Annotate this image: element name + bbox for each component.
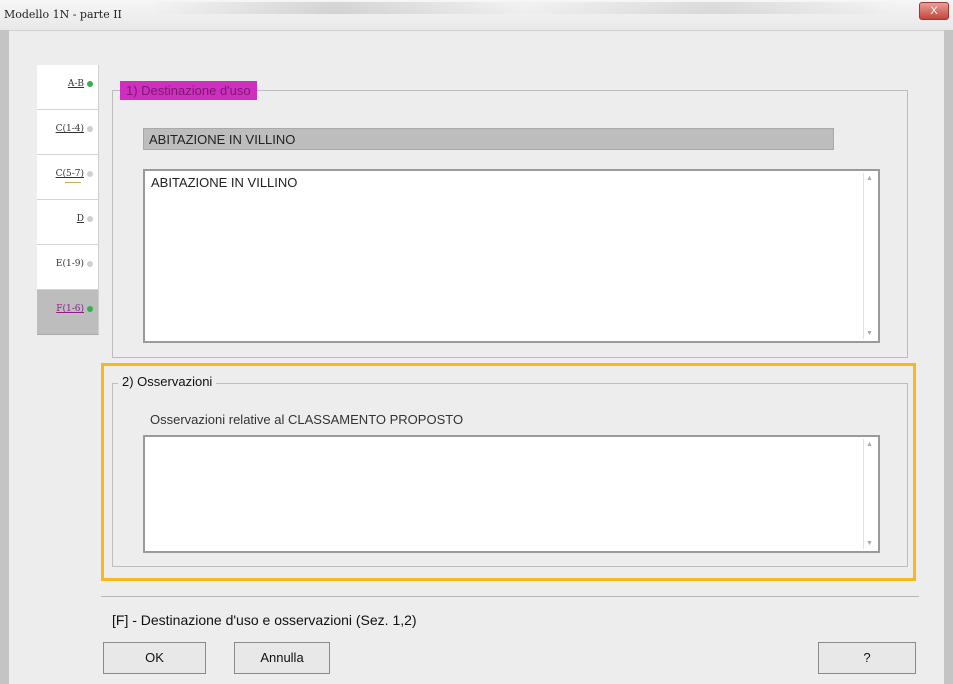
section-tabs: A-B C(1-4) C(5-7) D E(1-9) F(1-6) — [37, 65, 99, 335]
close-button[interactable]: X — [919, 2, 949, 20]
scroll-down-icon[interactable]: ▼ — [866, 330, 873, 337]
section-summary: [F] - Destinazione d'uso e osservazioni … — [112, 612, 417, 628]
category-field: ABITAZIONE IN VILLINO — [143, 128, 834, 150]
status-dot-icon — [87, 81, 93, 87]
tab-f-1-6[interactable]: F(1-6) — [37, 290, 99, 335]
tab-label: A-B — [67, 79, 84, 89]
window-frame-right — [944, 30, 953, 684]
cancel-button[interactable]: Annulla — [234, 642, 330, 674]
description-text: ABITAZIONE IN VILLINO — [151, 175, 298, 190]
window-frame-left — [0, 30, 9, 684]
status-dot-icon — [87, 216, 93, 222]
ok-button[interactable]: OK — [103, 642, 206, 674]
tab-underline — [65, 182, 81, 183]
status-dot-icon — [87, 261, 93, 267]
scroll-up-icon[interactable]: ▲ — [866, 175, 873, 182]
scrollbar[interactable]: ▲ ▼ — [863, 173, 876, 339]
status-dot-icon — [87, 306, 93, 312]
tab-label: F(1-6) — [56, 304, 84, 314]
status-dot-icon — [87, 126, 93, 132]
title-bar-decoration — [150, 2, 900, 14]
help-button[interactable]: ? — [818, 642, 916, 674]
tab-c-1-4[interactable]: C(1-4) — [37, 110, 99, 155]
tab-label: D — [76, 214, 84, 224]
observations-textarea[interactable]: ▲ ▼ — [143, 435, 880, 553]
description-textarea[interactable]: ABITAZIONE IN VILLINO ▲ ▼ — [143, 169, 880, 343]
section2-title: 2) Osservazioni — [118, 374, 217, 389]
footer-divider — [101, 596, 919, 597]
tab-label: C(5-7) — [55, 169, 84, 179]
scroll-up-icon[interactable]: ▲ — [866, 441, 873, 448]
title-bar: Modello 1N - parte II X — [0, 0, 953, 31]
tab-a-b[interactable]: A-B — [37, 65, 99, 110]
tab-label: E(1-9) — [55, 259, 84, 269]
scroll-down-icon[interactable]: ▼ — [866, 540, 873, 547]
tab-e-1-9[interactable]: E(1-9) — [37, 245, 99, 290]
window-title: Modello 1N - parte II — [4, 8, 122, 21]
scrollbar[interactable]: ▲ ▼ — [863, 439, 876, 549]
tab-c-5-7[interactable]: C(5-7) — [37, 155, 99, 200]
tab-label: C(1-4) — [55, 124, 84, 134]
status-dot-icon — [87, 171, 93, 177]
observations-label: Osservazioni relative al CLASSAMENTO PRO… — [150, 412, 464, 427]
section1-title: 1) Destinazione d'uso — [120, 81, 257, 100]
tab-d[interactable]: D — [37, 200, 99, 245]
